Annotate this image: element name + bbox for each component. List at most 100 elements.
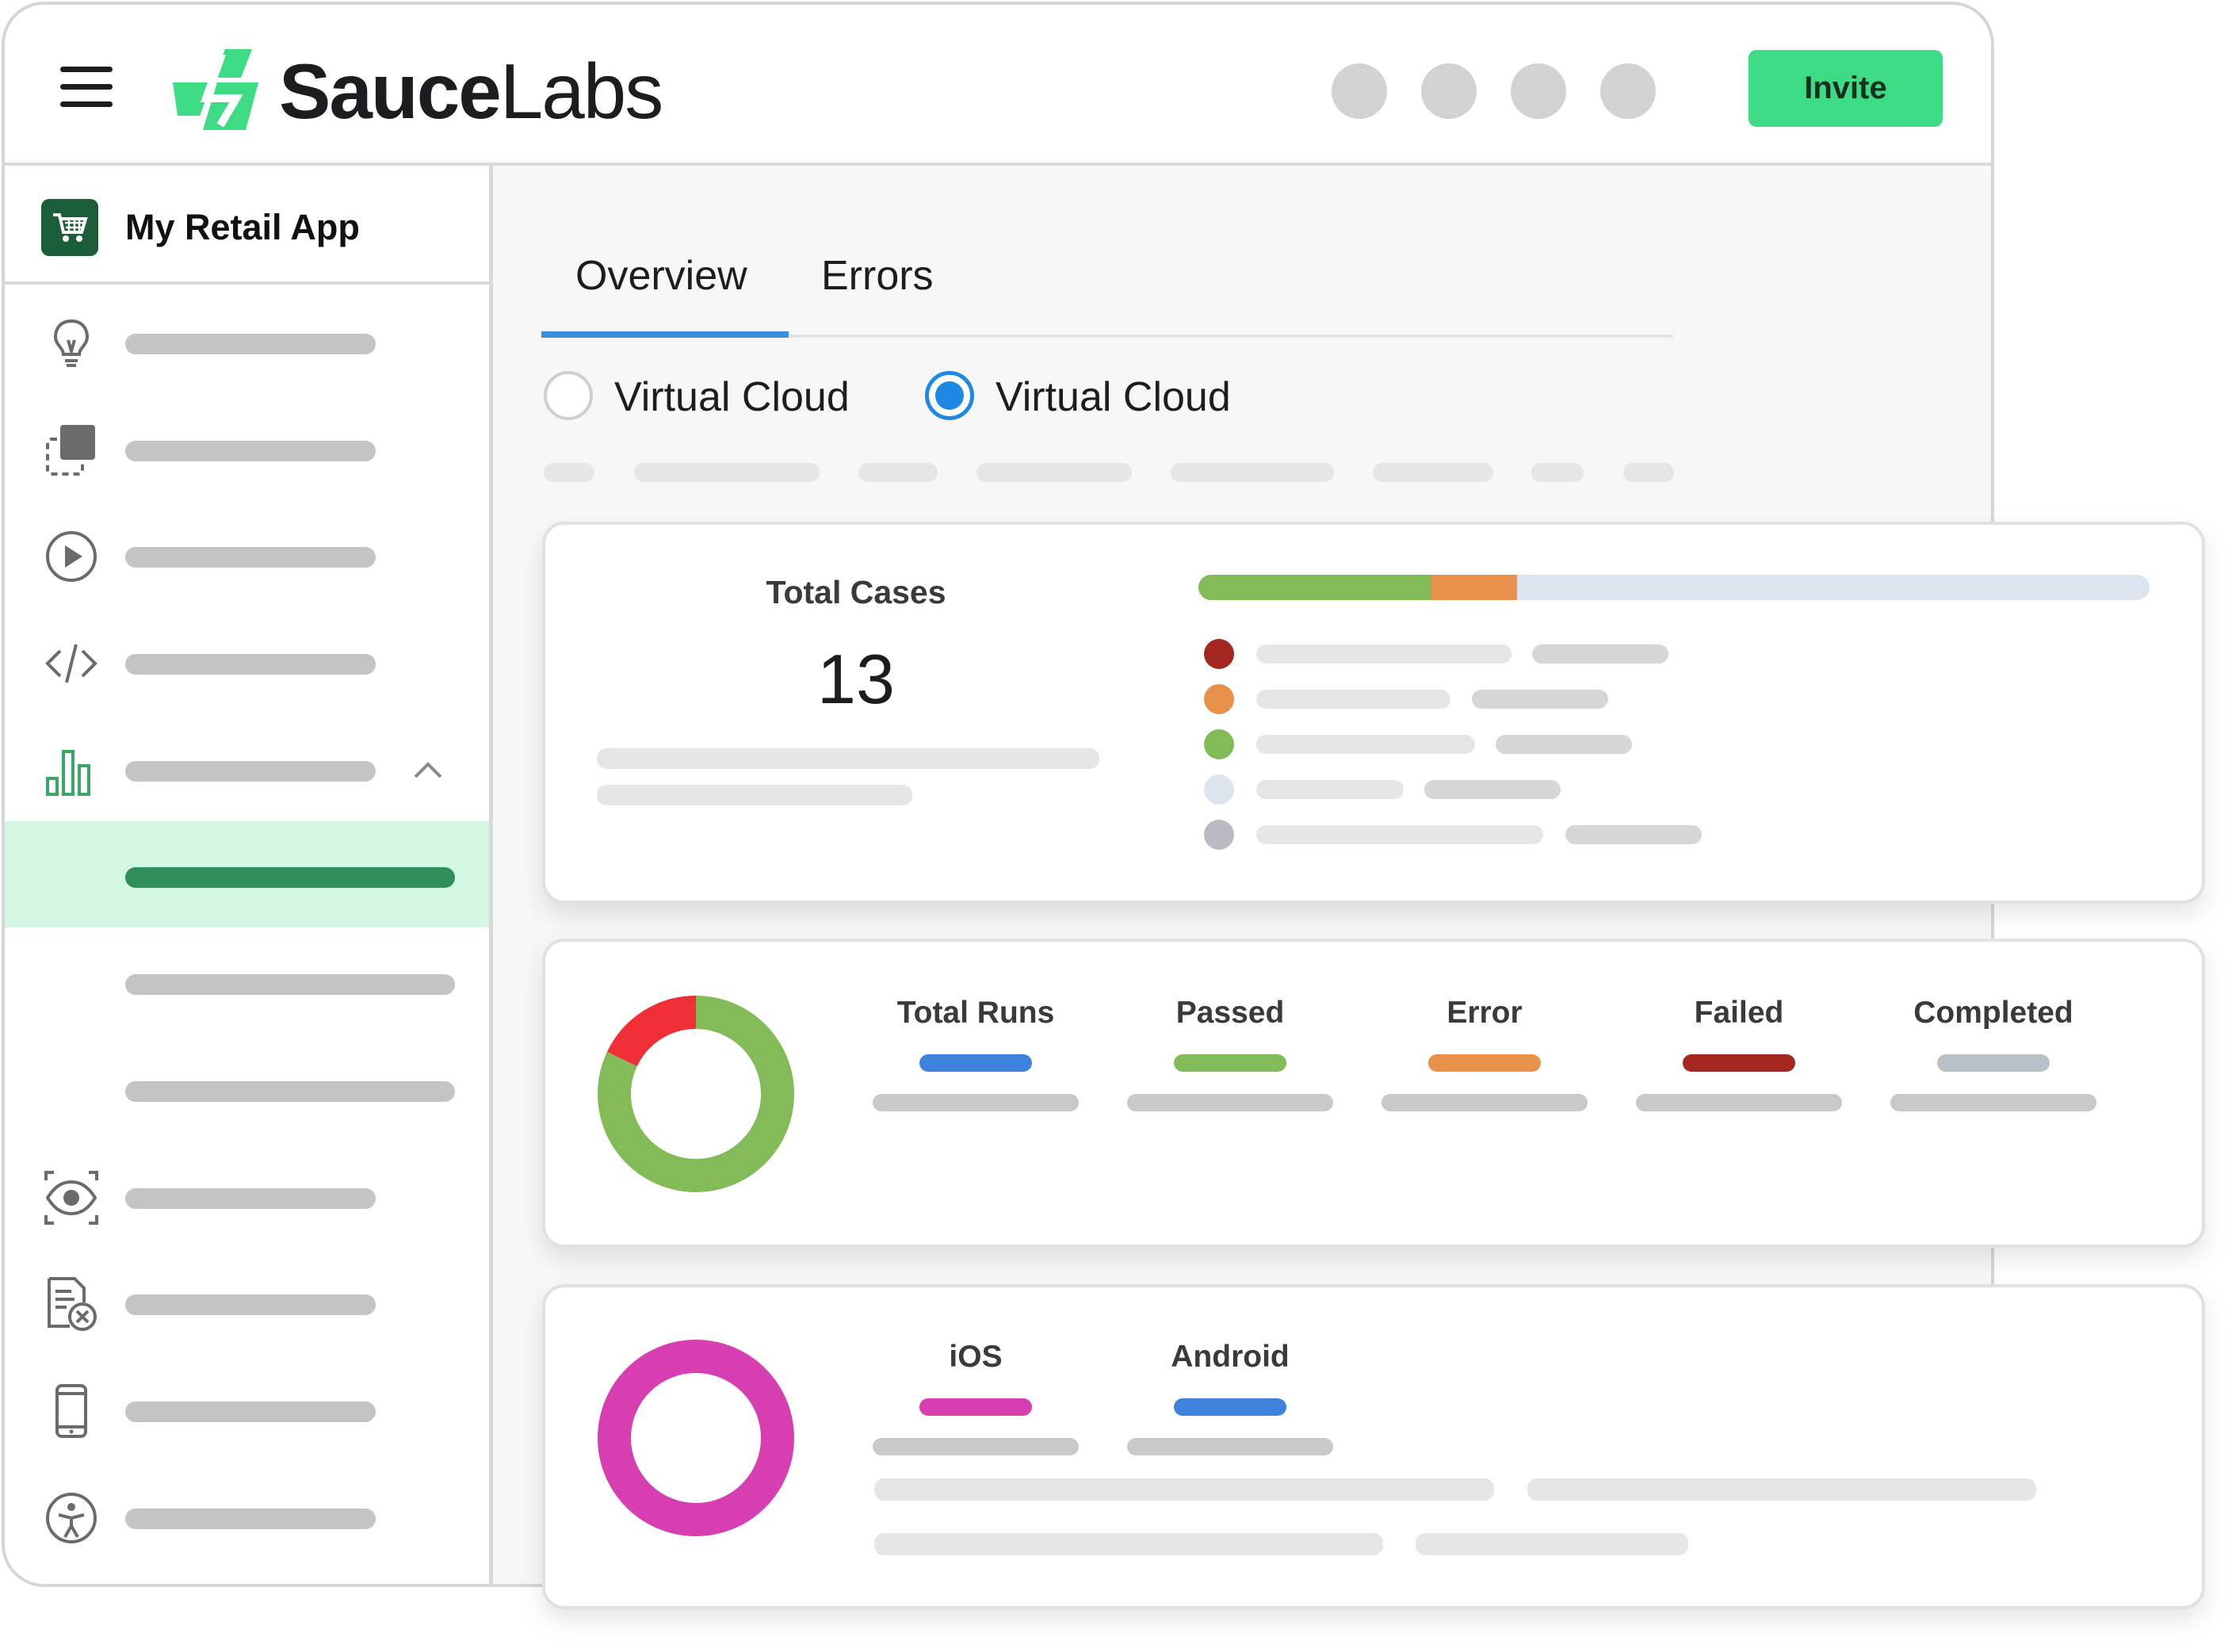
legend-label-placeholder xyxy=(1256,735,1475,754)
sidebar-item-analytics[interactable] xyxy=(5,715,489,821)
stat-value-placeholder xyxy=(873,1438,1079,1455)
lightbulb-icon xyxy=(53,319,90,367)
active-tab-indicator xyxy=(541,331,789,338)
stat-value-placeholder xyxy=(1127,1438,1333,1455)
stat-value-placeholder xyxy=(1890,1094,2096,1111)
total-cases-title: Total Cases xyxy=(766,574,946,610)
chevron-up-icon[interactable] xyxy=(411,753,445,788)
sidebar-subitem[interactable] xyxy=(5,1035,489,1141)
sidebar-subitem-active[interactable] xyxy=(5,821,489,927)
stat-ios: iOS xyxy=(873,1340,1079,1455)
nav-label-placeholder xyxy=(125,654,376,675)
legend-value-placeholder xyxy=(1565,825,1702,844)
nav-label-placeholder xyxy=(125,334,376,354)
legend-dot xyxy=(1204,820,1234,850)
stat-failed: Failed xyxy=(1636,996,1842,1111)
avatar[interactable] xyxy=(1600,63,1656,119)
legend-value-placeholder xyxy=(1472,690,1608,709)
nav-label-placeholder xyxy=(125,974,455,995)
stat-label: Total Runs xyxy=(896,996,1055,1030)
stat-color-bar xyxy=(1174,1398,1286,1416)
sidebar-item-builds[interactable] xyxy=(5,395,489,501)
nav-label-placeholder xyxy=(125,1509,376,1529)
sidebar-item-automated[interactable] xyxy=(5,608,489,714)
hamburger-line xyxy=(60,101,113,107)
text-placeholder xyxy=(597,785,912,805)
radio-virtual-cloud-2[interactable] xyxy=(925,371,974,420)
text-placeholder xyxy=(874,1533,1383,1555)
stat-color-bar xyxy=(1174,1054,1286,1072)
stat-android: Android xyxy=(1127,1340,1333,1455)
stat-value-placeholder xyxy=(1382,1094,1588,1111)
stat-label: Error xyxy=(1446,996,1523,1030)
eye-icon xyxy=(44,1171,98,1225)
stat-value-placeholder xyxy=(873,1094,1079,1111)
tab-errors[interactable]: Errors xyxy=(821,252,934,300)
avatar[interactable] xyxy=(1332,63,1387,119)
legend-value-placeholder xyxy=(1496,735,1632,754)
stat-label: iOS xyxy=(949,1340,1003,1374)
sidebar-item-insights[interactable] xyxy=(5,288,489,394)
nav-label-placeholder xyxy=(125,547,376,568)
nav-label-placeholder xyxy=(125,1188,376,1209)
runs-donut-chart xyxy=(598,996,794,1192)
app-name: My Retail App xyxy=(125,207,360,247)
bar-chart-icon xyxy=(46,750,90,796)
filter-placeholder[interactable] xyxy=(544,463,594,482)
stat-label: Passed xyxy=(1175,996,1285,1030)
layers-icon xyxy=(46,425,95,476)
sidebar-item-errors[interactable] xyxy=(5,1249,489,1355)
nav-label-placeholder xyxy=(125,761,376,782)
legend-label-placeholder xyxy=(1256,825,1543,844)
sidebar-item-devices[interactable] xyxy=(5,1356,489,1462)
nav-label-placeholder xyxy=(125,1294,376,1315)
filter-placeholder[interactable] xyxy=(634,463,820,482)
legend-label-placeholder xyxy=(1256,644,1511,663)
hamburger-line xyxy=(60,84,113,90)
sidebar-item-live[interactable] xyxy=(5,501,489,607)
radio-label[interactable]: Virtual Cloud xyxy=(996,371,1231,423)
progress-segment-error xyxy=(1431,575,1517,600)
legend-dot xyxy=(1204,774,1234,805)
stat-passed: Passed xyxy=(1127,996,1333,1111)
stat-label: Completed xyxy=(1913,996,2073,1030)
avatar[interactable] xyxy=(1511,63,1566,119)
stat-label: Android xyxy=(1171,1340,1290,1374)
tab-overview[interactable]: Overview xyxy=(575,252,747,300)
stat-color-bar xyxy=(1683,1054,1795,1072)
sidebar-item-visual[interactable] xyxy=(5,1142,489,1249)
stat-error: Error xyxy=(1382,996,1588,1111)
filter-placeholder[interactable] xyxy=(1623,463,1674,482)
text-placeholder xyxy=(1527,1478,2036,1501)
app-selector[interactable]: My Retail App xyxy=(5,166,489,285)
cases-progress-bar xyxy=(1198,575,2150,600)
filter-placeholder[interactable] xyxy=(1373,463,1493,482)
sidebar-subitem[interactable] xyxy=(5,928,489,1034)
filter-placeholder[interactable] xyxy=(1531,463,1584,482)
text-placeholder xyxy=(1416,1533,1688,1555)
sidebar-item-accessibility[interactable] xyxy=(5,1463,489,1569)
stat-completed: Completed xyxy=(1890,996,2096,1111)
text-placeholder xyxy=(597,748,1099,769)
avatar[interactable] xyxy=(1421,63,1477,119)
filter-placeholder[interactable] xyxy=(858,463,938,482)
tab-bar: Overview Errors xyxy=(541,230,1673,338)
code-icon xyxy=(45,644,97,683)
brand-name: SauceLabs xyxy=(279,46,663,136)
nav-label-placeholder xyxy=(125,1081,455,1102)
radio-virtual-cloud-1[interactable] xyxy=(544,371,593,420)
saucelabs-logo-icon[interactable] xyxy=(165,43,263,136)
legend-value-placeholder xyxy=(1532,644,1668,663)
stat-color-bar xyxy=(919,1398,1032,1416)
filter-placeholder[interactable] xyxy=(976,463,1132,482)
nav-label-placeholder xyxy=(125,867,455,888)
hamburger-menu-icon[interactable] xyxy=(60,67,113,108)
radio-label[interactable]: Virtual Cloud xyxy=(614,371,850,423)
accessibility-icon xyxy=(46,1493,97,1543)
legend-label-placeholder xyxy=(1256,780,1404,799)
filter-placeholder[interactable] xyxy=(1171,463,1334,482)
invite-button[interactable]: Invite xyxy=(1748,50,1943,127)
stat-color-bar xyxy=(919,1054,1032,1072)
nav-label-placeholder xyxy=(125,441,376,461)
legend-label-placeholder xyxy=(1256,690,1450,709)
